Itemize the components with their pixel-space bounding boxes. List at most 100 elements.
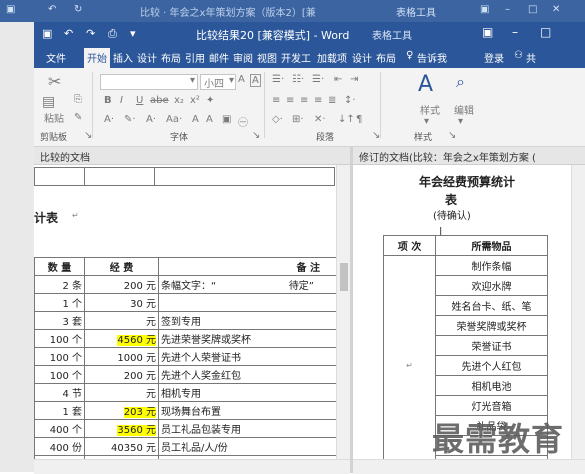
search-icon[interactable]: ⌕ — [456, 72, 465, 92]
quantity-cell: 100 个 — [34, 329, 85, 348]
maximize-icon[interactable]: □ — [528, 4, 537, 15]
budget-table-left: 数 量 经 费 备 注 2 条 200 元条幅文字：“ 待定” 1 个 30 元3 套元… — [34, 257, 339, 465]
maximize-icon[interactable]: □ — [540, 25, 551, 39]
print-preview-icon[interactable]: ⎙ — [108, 27, 117, 41]
cost-cell: 3560 元 — [84, 419, 159, 438]
decrease-indent-icon[interactable]: ⇤ — [334, 74, 342, 85]
tab-file[interactable]: 文件 — [46, 50, 66, 65]
chevron-down-icon[interactable]: ▾ — [424, 116, 429, 127]
superscript-icon[interactable]: x² — [190, 95, 200, 106]
paste-button[interactable]: 粘贴 — [44, 110, 64, 125]
tab-addins[interactable]: 加载项 — [317, 50, 347, 65]
right-horizontal-scrollbar[interactable] — [353, 459, 585, 474]
ribbon-display-icon[interactable]: ▣ — [482, 25, 493, 39]
change-case-icon[interactable]: Aa· — [166, 114, 182, 125]
tab-insert[interactable]: 插入 — [113, 50, 133, 65]
column-header-item-name: 所需物品 — [435, 235, 548, 256]
font-launcher-icon[interactable]: ↘ — [252, 130, 260, 141]
ribbon-tabs: 文件 开始 插入 设计 布局 引用 邮件 审阅 视图 开发工 加载项 设计 布局… — [34, 46, 585, 68]
bullets-icon[interactable]: ☰· — [272, 74, 284, 85]
align-right-icon[interactable]: ≡ — [300, 95, 308, 106]
tab-review[interactable]: 审阅 — [233, 50, 253, 65]
tab-mailings[interactable]: 邮件 — [209, 50, 229, 65]
ribbon-display-icon[interactable]: ▣ — [480, 4, 489, 15]
share-button[interactable]: 共 — [526, 50, 536, 65]
tab-design[interactable]: 设计 — [137, 50, 157, 65]
tab-view[interactable]: 视图 — [257, 50, 277, 65]
left-horizontal-scrollbar[interactable] — [34, 459, 350, 474]
show-marks-icon[interactable]: ¶ — [356, 114, 362, 125]
tab-references[interactable]: 引用 — [185, 50, 205, 65]
font-name-box[interactable]: ▾ — [100, 74, 198, 90]
right-vertical-scrollbar[interactable] — [571, 165, 585, 459]
share-icon[interactable]: ⚇ — [514, 50, 523, 61]
distributed-icon[interactable]: ≣ — [328, 95, 336, 106]
undo-icon[interactable]: ↶ — [48, 4, 56, 15]
tab-table-design[interactable]: 设计 — [352, 50, 372, 65]
tab-developer[interactable]: 开发工 — [281, 50, 311, 65]
text-effects-icon[interactable]: ✦ — [206, 95, 214, 106]
watermark-logo: 最需教育 — [432, 420, 565, 458]
sort-icon[interactable]: ↓↑ — [338, 114, 355, 125]
underline-icon[interactable]: U — [136, 95, 143, 106]
grow-font-icon[interactable]: A — [238, 74, 245, 85]
copy-icon[interactable]: ⎘ — [74, 94, 82, 105]
lightbulb-icon[interactable]: ♀ — [406, 50, 413, 61]
undo-icon[interactable]: ↶ — [64, 27, 73, 40]
justify-icon[interactable]: ≡ — [314, 95, 322, 106]
left-scroll-thumb[interactable] — [340, 263, 348, 291]
numbering-icon[interactable]: ☷· — [292, 74, 304, 85]
redo-icon[interactable]: ↷ — [86, 27, 95, 40]
paste-icon[interactable]: ▤ — [42, 94, 55, 110]
close-icon[interactable]: ✕ — [552, 4, 560, 15]
ribbon-separator — [380, 72, 381, 138]
tab-table-layout[interactable]: 布局 — [376, 50, 396, 65]
align-center-icon[interactable]: ≡ — [286, 95, 294, 106]
italic-icon[interactable]: I — [120, 95, 123, 106]
left-vertical-scrollbar[interactable] — [336, 165, 350, 459]
save-icon[interactable]: ▣ — [6, 4, 15, 15]
minimize-icon[interactable]: – — [505, 4, 510, 15]
tab-home[interactable]: 开始 — [84, 48, 110, 68]
multilevel-list-icon[interactable]: ☰· — [312, 74, 324, 85]
cut-icon[interactable]: ✂ — [48, 72, 61, 91]
chevron-down-icon[interactable]: ▾ — [229, 75, 234, 86]
phonetic-icon[interactable]: ㊀ — [238, 114, 248, 129]
format-painter-icon[interactable]: ✎ — [74, 112, 82, 123]
clear-format-icon[interactable]: A — [250, 74, 261, 87]
font-color-icon[interactable]: A· — [146, 114, 156, 125]
login-button[interactable]: 登录 — [484, 50, 504, 65]
customize-quick-access-icon[interactable]: ▾ — [130, 27, 136, 40]
enclose-char-icon[interactable]: ▣ — [222, 114, 231, 125]
font-size-box[interactable]: 小四 ▾ — [200, 74, 236, 90]
column-header-quantity: 数 量 — [34, 257, 85, 276]
shading-icon[interactable]: ◇· — [272, 114, 283, 125]
minimize-icon[interactable]: – — [512, 25, 518, 39]
text-effects-dropdown-icon[interactable]: A· — [104, 114, 114, 125]
increase-indent-icon[interactable]: ⇥ — [350, 74, 358, 85]
bold-icon[interactable]: B — [104, 95, 112, 106]
styles-icon[interactable]: A — [418, 72, 433, 97]
align-left-icon[interactable]: ≡ — [272, 95, 280, 106]
shrink-font-icon[interactable]: A — [192, 114, 199, 125]
subscript-icon[interactable]: x₂ — [174, 95, 184, 106]
highlight-icon[interactable]: ✎· — [124, 114, 136, 125]
borders-icon[interactable]: ⊞· — [292, 114, 304, 125]
refresh-icon[interactable]: ↻ — [74, 4, 82, 15]
editing-button[interactable]: 编辑 — [454, 102, 474, 117]
grow-font-small-icon[interactable]: A — [206, 114, 213, 125]
styles-launcher-icon[interactable]: ↘ — [448, 130, 456, 141]
asian-layout-icon[interactable]: ✕· — [314, 114, 326, 125]
note-text: 先进荣誉奖牌或奖杯 — [161, 335, 251, 346]
chevron-down-icon[interactable]: ▾ — [190, 75, 195, 86]
tell-me-search[interactable]: 告诉我 — [417, 50, 447, 65]
line-spacing-icon[interactable]: ↕· — [344, 95, 356, 106]
save-icon[interactable]: ▣ — [42, 27, 52, 40]
note-cell: 先进个人荣誉证书 — [158, 347, 339, 366]
chevron-down-icon[interactable]: ▾ — [458, 116, 463, 127]
tab-layout[interactable]: 布局 — [161, 50, 181, 65]
quantity-cell: 4 节 — [34, 383, 85, 402]
styles-button[interactable]: 样式 — [420, 102, 440, 117]
strikethrough-icon[interactable]: abe — [150, 95, 169, 106]
compared-document-pane[interactable]: 计表 ↵ 数 量 经 费 备 注 2 条 200 元条幅文字：“ 待定” 1 个 30 … — [34, 165, 350, 465]
